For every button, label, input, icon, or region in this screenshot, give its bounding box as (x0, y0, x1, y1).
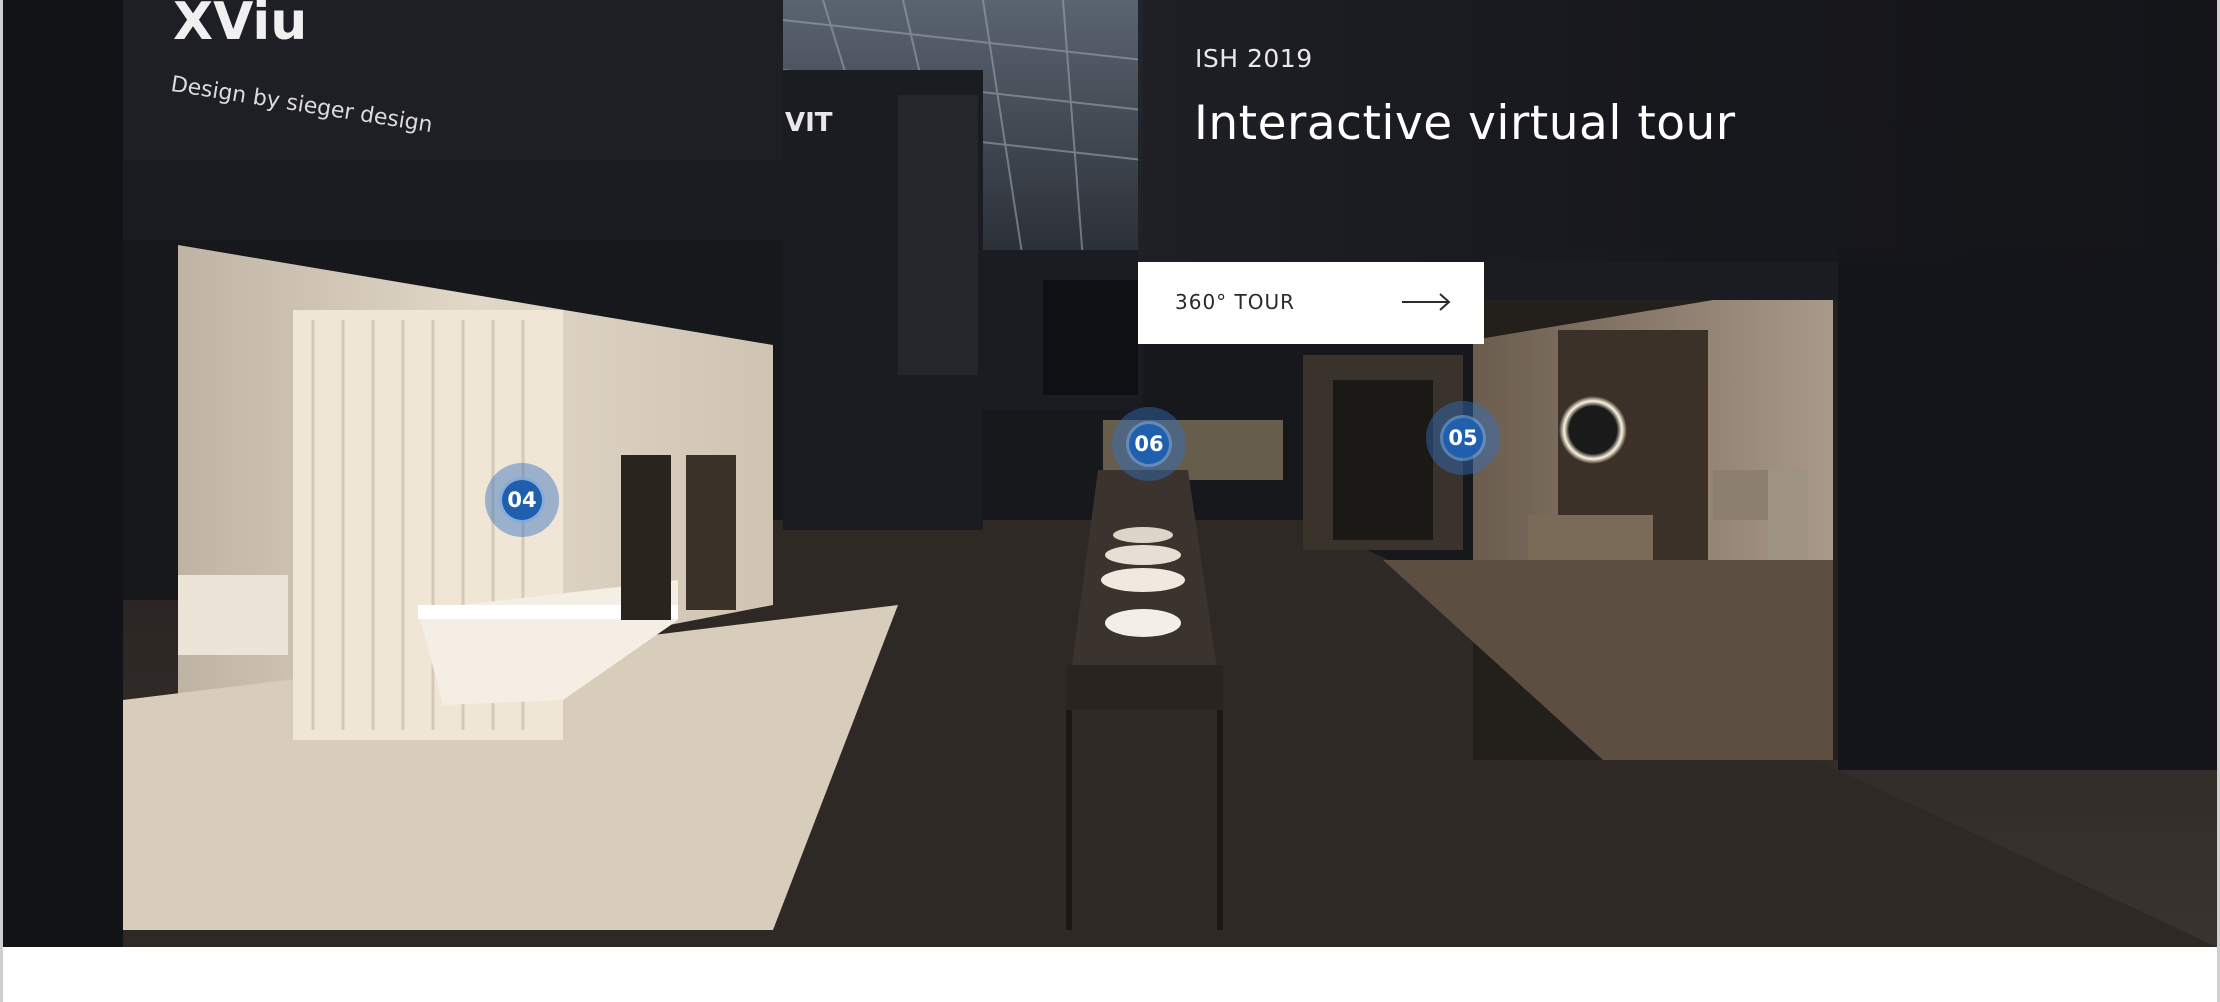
page-title: Interactive virtual tour (1194, 96, 1736, 151)
page: XViu Design by sieger design VIT ISH 201… (0, 0, 2220, 1002)
sign-brand-text: XViu (173, 0, 308, 52)
hotspot-number: 04 (507, 488, 537, 512)
hotspot-number: 06 (1134, 432, 1164, 456)
event-label: ISH 2019 (1195, 44, 1313, 73)
hotspot-04[interactable]: 04 (485, 463, 559, 537)
tour-button-label: 360° TOUR (1175, 290, 1296, 314)
hotspot-number: 05 (1448, 426, 1478, 450)
wall-brand-text: VIT (785, 108, 833, 138)
hotspot-05[interactable]: 05 (1426, 401, 1500, 475)
title-panel: ISH 2019 Interactive virtual tour (1138, 0, 2217, 262)
hotspot-06[interactable]: 06 (1112, 407, 1186, 481)
tour-360-button[interactable]: 360° TOUR (1138, 262, 1484, 344)
virtual-tour-hero[interactable]: XViu Design by sieger design VIT ISH 201… (3, 0, 2217, 947)
arrow-right-icon (1402, 293, 1451, 311)
